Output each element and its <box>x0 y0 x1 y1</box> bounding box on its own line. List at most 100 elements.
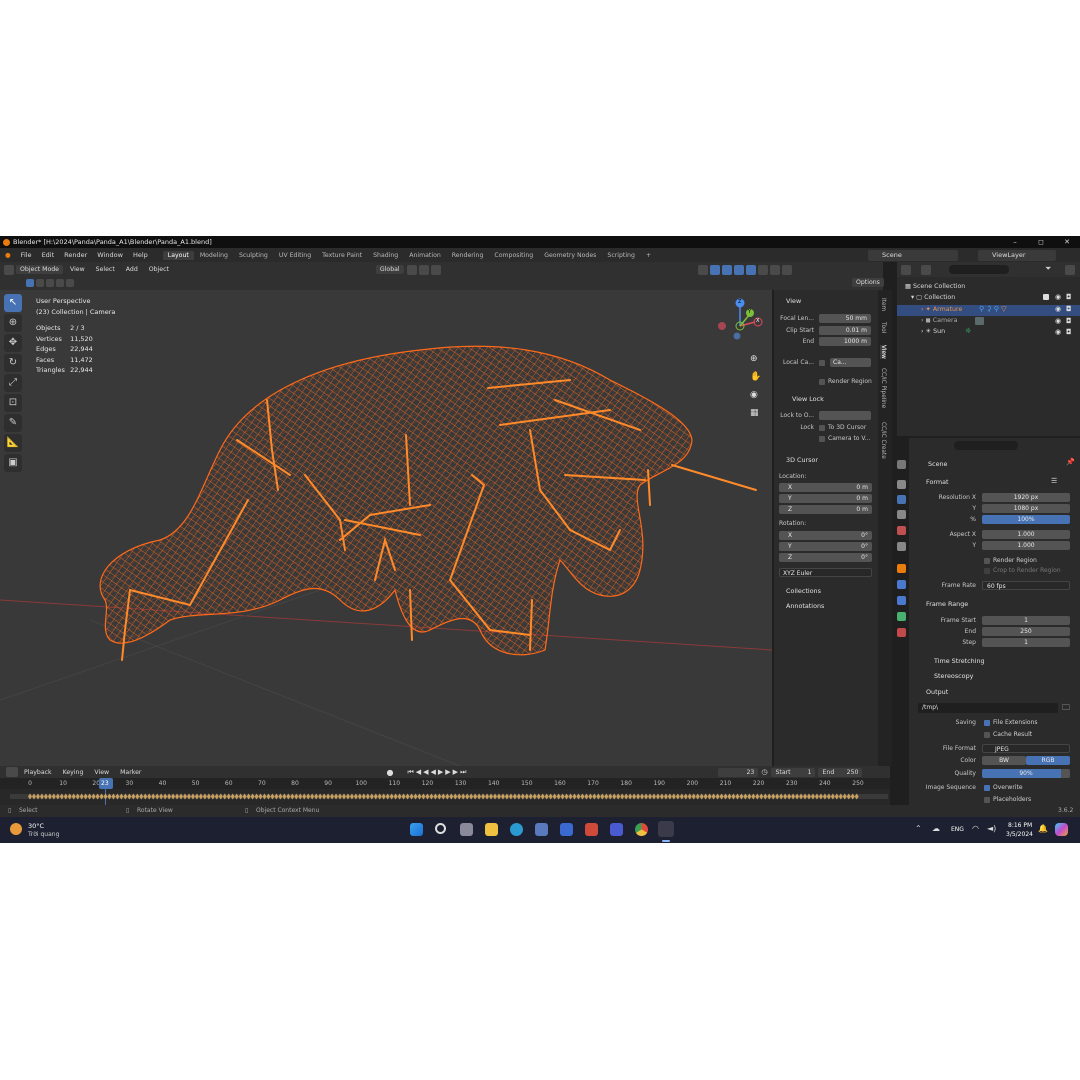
format-section-header[interactable]: Format <box>926 478 949 486</box>
resolution-percent-slider[interactable]: 100% <box>982 515 1070 524</box>
pan-hand-icon[interactable]: ✋ <box>750 372 761 382</box>
aspect-y-field[interactable]: 1.000 <box>982 541 1070 550</box>
visibility-icon[interactable] <box>697 264 708 275</box>
snipping-tool-icon[interactable] <box>535 823 548 836</box>
lock-to-object-field[interactable] <box>819 411 871 420</box>
cursor-rot-z-field[interactable]: 0° Z <box>779 553 872 562</box>
close-button[interactable]: ✕ <box>1054 236 1080 248</box>
transform-tool-icon[interactable]: ⊡ <box>4 394 22 412</box>
collection-checkbox[interactable] <box>1043 294 1049 300</box>
edge-browser-icon[interactable] <box>510 823 523 836</box>
cursor-loc-z-field[interactable]: 0 mZ <box>779 505 872 514</box>
local-camera-field[interactable]: Ca... <box>830 358 871 367</box>
mode-dropdown[interactable]: Object Mode <box>16 265 63 274</box>
onedrive-icon[interactable]: ☁ <box>932 824 940 833</box>
menu-file[interactable]: File <box>16 251 37 259</box>
keying-menu[interactable]: Keying <box>59 768 88 777</box>
gizmo-toggle-icon[interactable] <box>709 264 720 275</box>
tab-item[interactable]: Item <box>880 298 886 311</box>
tab-layout[interactable]: Layout <box>162 250 194 260</box>
render-props-icon[interactable] <box>897 480 906 489</box>
select-box-tool-icon[interactable]: ↖ <box>4 294 22 312</box>
clock-date[interactable]: 3/5/2024 <box>1006 831 1033 838</box>
volume-icon[interactable]: ◄) <box>987 824 996 833</box>
cursor-tool-icon[interactable]: ⊕ <box>4 314 22 332</box>
menu-view[interactable]: View <box>66 265 89 274</box>
blender-menu-icon[interactable]: ● <box>0 251 16 259</box>
tab-scripting[interactable]: Scripting <box>602 251 640 260</box>
menu-render[interactable]: Render <box>59 251 92 259</box>
add-cube-tool-icon[interactable]: ▣ <box>4 454 22 472</box>
navigation-gizmo[interactable]: Z X Y <box>715 296 765 346</box>
add-workspace-button[interactable]: + <box>641 251 656 260</box>
new-collection-icon[interactable] <box>1065 265 1075 275</box>
tab-rendering[interactable]: Rendering <box>447 251 489 260</box>
color-bw-toggle[interactable]: BW <box>982 756 1026 765</box>
object-props-icon[interactable] <box>897 564 906 573</box>
filter-icon[interactable]: ⏷ <box>1045 264 1051 274</box>
timeline-ruler[interactable]: 0 10 20 30 40 50 60 70 80 90 100 110 120 130 140 150 160… <box>0 778 890 789</box>
outliner-item-camera[interactable]: › ◼ Camera <box>921 317 957 324</box>
camera-data-icon[interactable] <box>975 317 984 325</box>
marker-menu[interactable]: Marker <box>116 768 145 777</box>
ortho-grid-icon[interactable]: ▦ <box>750 408 759 418</box>
collections-section-header[interactable]: Collections <box>786 587 821 595</box>
crop-checkbox[interactable] <box>984 568 990 574</box>
weather-temp[interactable]: 30°C <box>28 822 44 830</box>
3d-viewport[interactable]: ↖ ⊕ ✥ ↻ ⤢ ⊡ ✎ 📐 ▣ User Perspective (23) … <box>0 290 772 766</box>
lock-to-cursor-checkbox[interactable] <box>819 425 825 431</box>
tab-sculpting[interactable]: Sculpting <box>234 251 273 260</box>
outliner-item-sun[interactable]: › ☀ Sun <box>921 328 945 335</box>
camera-view-icon[interactable]: ◉ <box>750 390 758 400</box>
render-region-checkbox[interactable] <box>819 379 825 385</box>
armature-data-icons[interactable]: ⚲ ⚳ ⚲ ▽ <box>979 305 1006 313</box>
render-camera-icon[interactable]: ◘ <box>1066 317 1072 325</box>
tab-texture-paint[interactable]: Texture Paint <box>317 251 367 260</box>
overwrite-checkbox[interactable] <box>984 785 990 791</box>
store-icon[interactable] <box>560 823 573 836</box>
aspect-x-field[interactable]: 1.000 <box>982 530 1070 539</box>
view-section-header[interactable]: View <box>786 297 801 305</box>
frame-step-field[interactable]: 1 <box>982 638 1070 647</box>
language-indicator[interactable]: ENG <box>951 826 964 833</box>
rotate-tool-icon[interactable]: ↻ <box>4 354 22 372</box>
annotations-section-header[interactable]: Annotations <box>786 602 824 610</box>
menu-help[interactable]: Help <box>128 251 153 259</box>
visibility-eye-icon[interactable]: ◉ <box>1055 317 1061 325</box>
frame-start-field[interactable]: 1 <box>982 616 1070 625</box>
panda-wireframe-mesh[interactable] <box>99 345 693 656</box>
sun-data-icon[interactable]: ☼ <box>965 327 971 335</box>
visibility-eye-icon[interactable]: ◉ <box>1055 293 1061 301</box>
outliner-collection[interactable]: ▾ ▢ Collection <box>911 294 955 301</box>
presets-icon[interactable]: ☰ <box>1051 477 1057 485</box>
render-camera-icon[interactable]: ◘ <box>1066 293 1072 301</box>
menu-add[interactable]: Add <box>122 265 142 274</box>
wifi-icon[interactable]: ◠ <box>972 824 979 833</box>
clock-time[interactable]: 8:16 PM <box>1008 822 1032 829</box>
time-stretching-section-header[interactable]: Time Stretching <box>934 657 985 665</box>
local-camera-checkbox[interactable] <box>819 360 825 366</box>
render-camera-icon[interactable]: ◘ <box>1066 328 1072 336</box>
select-subtract-icon[interactable] <box>46 279 54 287</box>
cursor-loc-y-field[interactable]: 0 mY <box>779 494 872 503</box>
display-mode-icon[interactable] <box>921 265 931 275</box>
tool-props-icon[interactable] <box>897 460 906 469</box>
file-extensions-checkbox[interactable] <box>984 720 990 726</box>
overlay-toggle-icon[interactable] <box>721 264 732 275</box>
visibility-eye-icon[interactable]: ◉ <box>1055 328 1061 336</box>
move-tool-icon[interactable]: ✥ <box>4 334 22 352</box>
tab-animation[interactable]: Animation <box>404 251 446 260</box>
select-invert-icon[interactable] <box>66 279 74 287</box>
blender-taskbar-icon[interactable] <box>658 821 674 837</box>
material-shading-icon[interactable] <box>769 264 780 275</box>
editor-type-icon[interactable] <box>4 264 14 275</box>
start-windows-icon[interactable] <box>410 823 423 836</box>
tab-cc-create[interactable]: CC/iC Create <box>880 422 886 459</box>
record-icon[interactable]: ● <box>386 768 393 777</box>
weather-desc[interactable]: Trời quang <box>28 831 59 838</box>
playback-menu[interactable]: Playback <box>20 768 56 777</box>
weather-icon[interactable] <box>10 823 22 835</box>
outliner-scene-collection[interactable]: ▦ Scene Collection <box>905 283 965 290</box>
physics-props-icon[interactable] <box>897 596 906 605</box>
clip-end-field[interactable]: 1000 m <box>819 337 871 346</box>
